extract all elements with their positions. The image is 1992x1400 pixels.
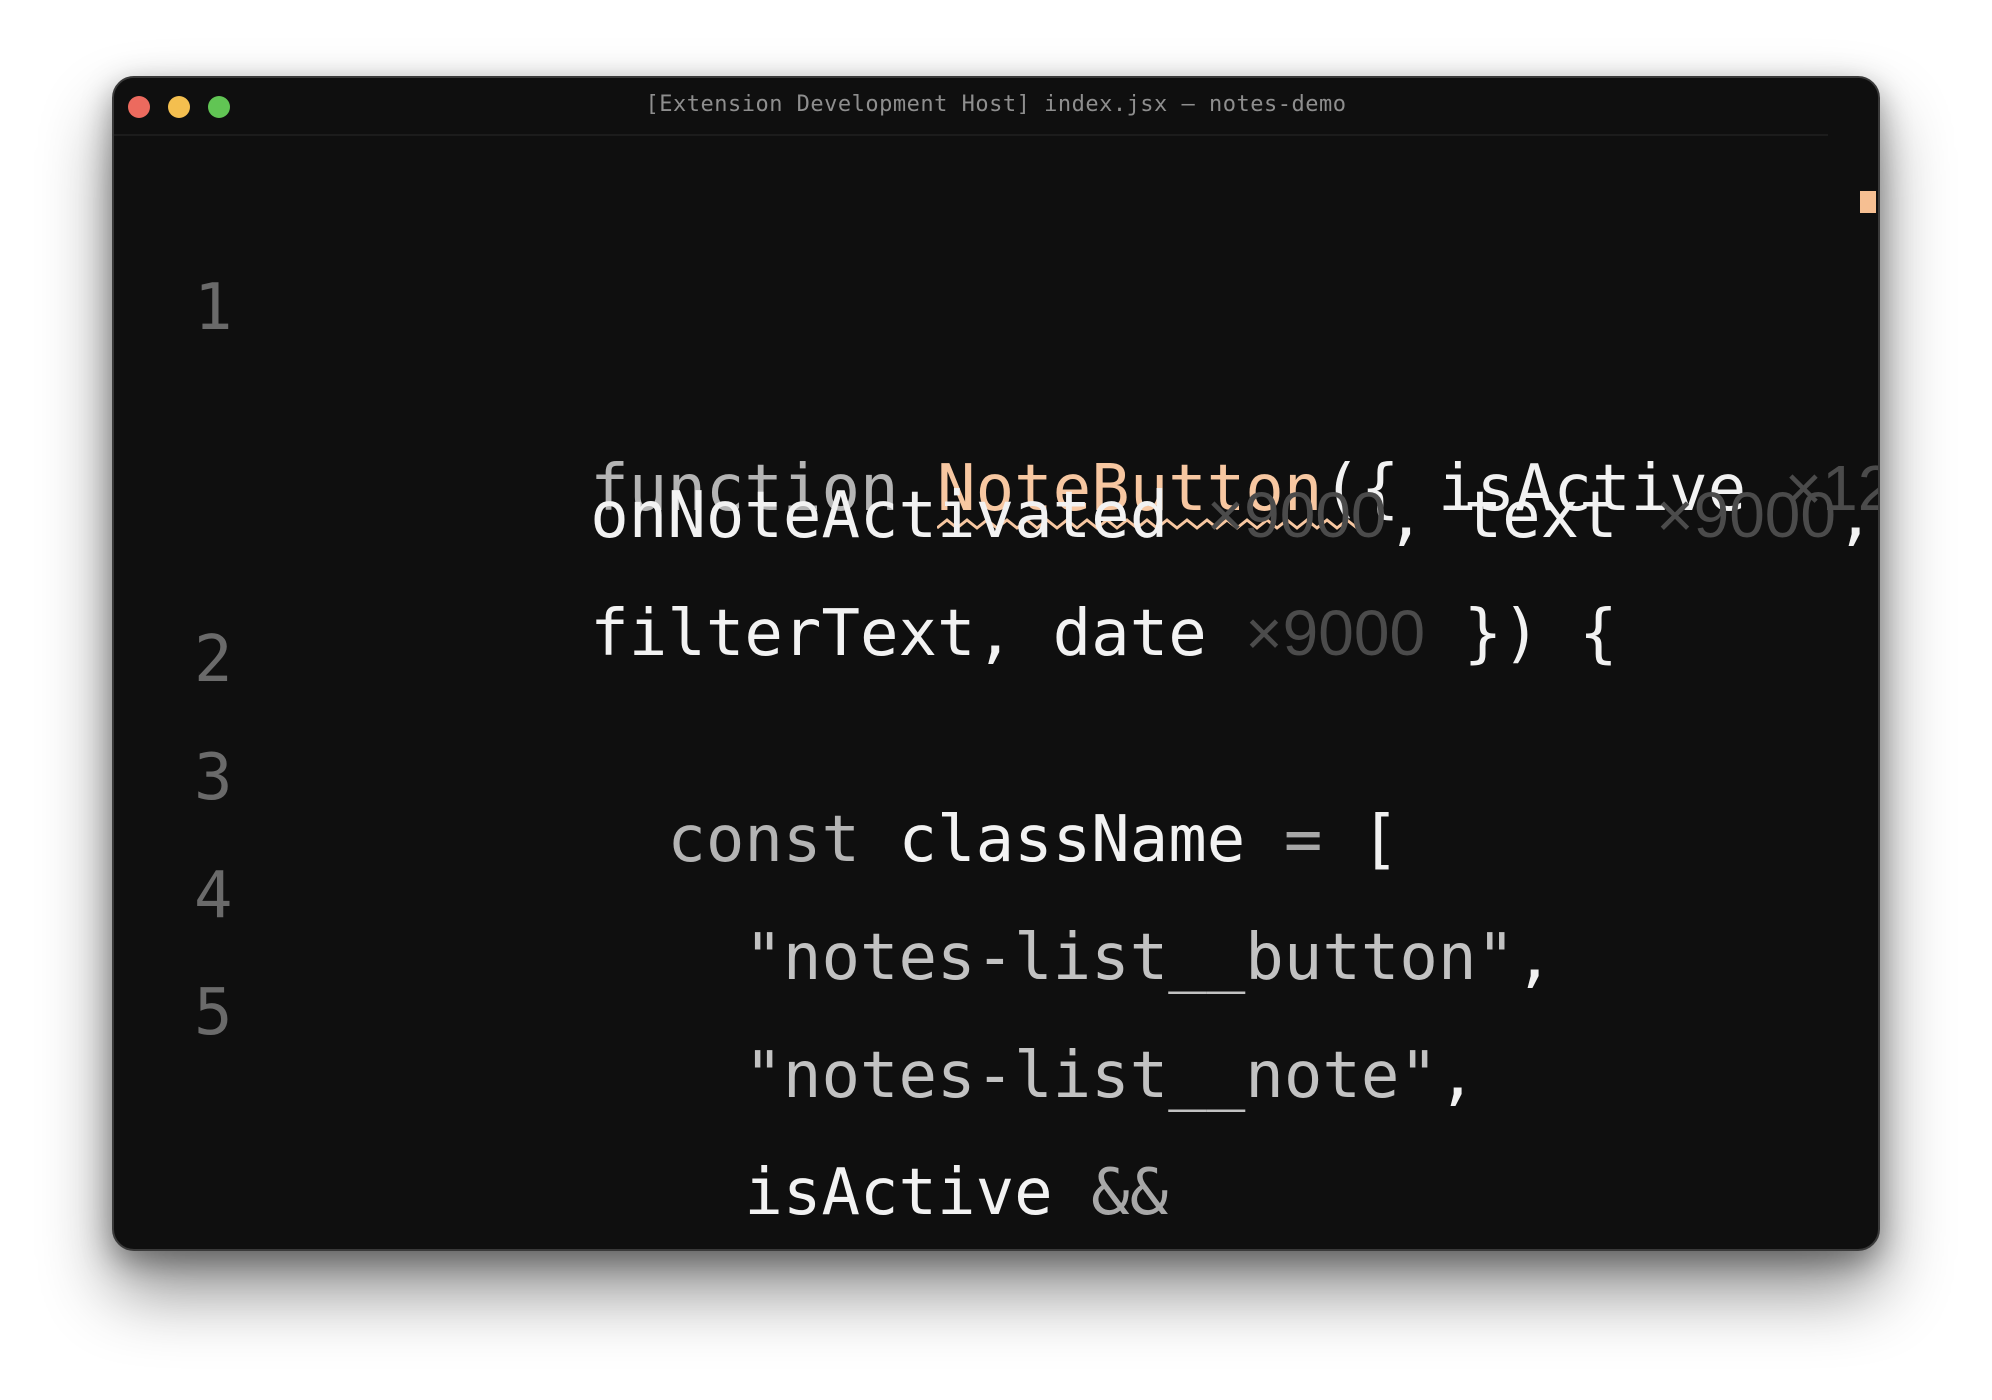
inlay-hint: ×9000 bbox=[1656, 479, 1836, 551]
operator: && bbox=[1091, 1156, 1169, 1230]
line-number: 5 bbox=[194, 976, 233, 1050]
punctuation: }) bbox=[1463, 597, 1541, 671]
code-line-5[interactable]: 5 isActive && bbox=[114, 878, 1168, 1230]
punctuation: , bbox=[1437, 1039, 1477, 1113]
punctuation: , bbox=[975, 597, 1015, 671]
punctuation: , bbox=[1835, 479, 1875, 553]
code-line-1[interactable]: 1 function NoteButton({ isActive ×12, bbox=[114, 173, 1878, 530]
code-line-1-wrap-2[interactable]: filterText, date ×9000 }) { bbox=[114, 408, 1617, 671]
code-editor[interactable]: 1 function NoteButton({ isActive ×12, on… bbox=[114, 78, 1878, 1249]
variable: isActive bbox=[744, 1156, 1053, 1230]
editor-window: [Extension Development Host] index.jsx —… bbox=[112, 76, 1880, 1251]
parameter: date bbox=[1052, 597, 1207, 671]
punctuation: , bbox=[1515, 921, 1554, 995]
parameter: filterText bbox=[590, 597, 976, 671]
code-line-1-wrap-1[interactable]: onNoteActivated ×9000, text ×9000, bbox=[114, 290, 1874, 553]
code-line-2[interactable]: 2 const className = [ bbox=[114, 525, 1399, 877]
code-line-4[interactable]: 4 "notes-list__note", bbox=[114, 761, 1476, 1113]
punctuation: { bbox=[1579, 597, 1618, 671]
inlay-hint: ×9000 bbox=[1245, 597, 1426, 669]
code-line-3[interactable]: 3 "notes-list__button", bbox=[114, 643, 1554, 995]
